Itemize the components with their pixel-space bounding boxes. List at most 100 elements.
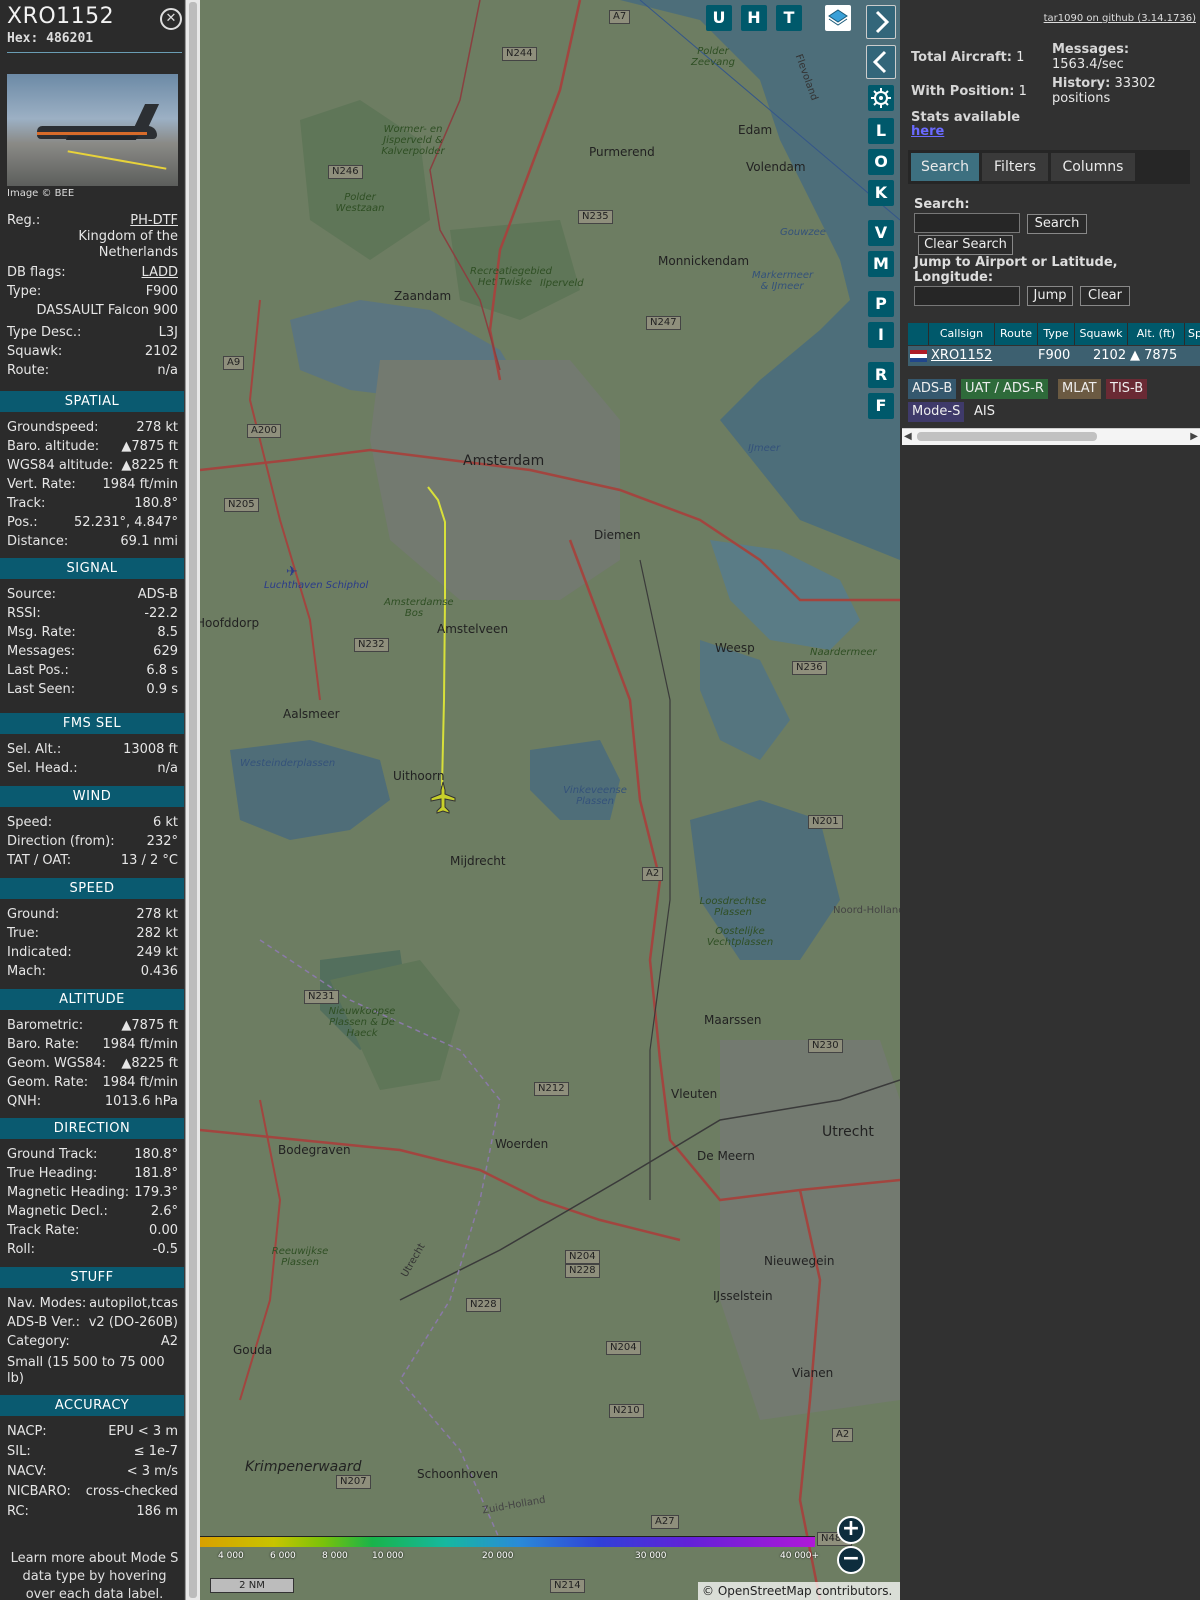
wind-label[interactable]: Direction (from):: [7, 833, 115, 851]
column-header-flag[interactable]: [908, 323, 929, 345]
source-badge-modes[interactable]: Mode-S: [908, 402, 965, 422]
spatial-value: ▲7875 ft: [121, 439, 178, 454]
altitude-label[interactable]: Baro. Rate:: [7, 1036, 79, 1054]
registration-link[interactable]: PH-DTF: [130, 212, 178, 230]
direction-label[interactable]: True Heading:: [7, 1165, 97, 1183]
wind-label[interactable]: Speed:: [7, 814, 52, 832]
button-o[interactable]: O: [868, 149, 894, 175]
altitude-label[interactable]: Geom. WGS84:: [7, 1055, 106, 1073]
map-label-markermeer: Markermeer & IJmeer: [752, 270, 814, 292]
spatial-label[interactable]: WGS84 altitude:: [7, 457, 113, 475]
column-header-route[interactable]: Route: [995, 323, 1038, 345]
source-badge-tisb[interactable]: TIS-B: [1106, 379, 1148, 399]
speed-label[interactable]: Indicated:: [7, 944, 72, 962]
direction-label[interactable]: Track Rate:: [7, 1222, 79, 1240]
spatial-label[interactable]: Track:: [7, 495, 45, 513]
direction-label[interactable]: Ground Track:: [7, 1146, 97, 1164]
accuracy-value: cross-checked: [85, 1484, 178, 1499]
signal-label[interactable]: Last Pos.:: [7, 662, 69, 680]
spatial-label[interactable]: Baro. altitude:: [7, 438, 99, 456]
stats-link[interactable]: here: [911, 124, 944, 139]
button-r[interactable]: R: [868, 362, 894, 388]
fms-label[interactable]: Sel. Head.:: [7, 760, 78, 778]
altitude-label[interactable]: Barometric:: [7, 1017, 83, 1035]
speed-label[interactable]: True:: [7, 925, 39, 943]
row-callsign[interactable]: XRO1152: [931, 346, 992, 366]
button-h[interactable]: H: [741, 5, 767, 31]
column-header-callsign[interactable]: Callsign: [929, 323, 995, 345]
source-badge-adsb[interactable]: ADS-B: [908, 379, 957, 399]
map-view[interactable]: ✈ Amsterdam Utrecht Purmerend Edam Volen…: [200, 0, 900, 1600]
speed-label[interactable]: Mach:: [7, 963, 46, 981]
signal-label[interactable]: Msg. Rate:: [7, 624, 76, 642]
close-icon[interactable]: ✕: [160, 8, 182, 30]
button-u[interactable]: U: [706, 5, 732, 31]
expand-panel-icon[interactable]: [866, 5, 896, 39]
column-header-squawk[interactable]: Squawk: [1075, 323, 1128, 345]
clear-button[interactable]: Clear: [1080, 286, 1130, 306]
signal-value: 6.8 s: [146, 663, 178, 678]
accuracy-label[interactable]: NACV:: [7, 1463, 47, 1481]
osm-link[interactable]: OpenStreetMap: [718, 1584, 812, 1598]
button-f[interactable]: F: [868, 393, 894, 419]
jump-input[interactable]: [914, 286, 1020, 306]
button-t[interactable]: T: [776, 5, 802, 31]
direction-label[interactable]: Roll:: [7, 1241, 35, 1259]
direction-label[interactable]: Magnetic Decl.:: [7, 1203, 108, 1221]
stuff-label[interactable]: ADS-B Ver.:: [7, 1314, 80, 1332]
collapse-panel-icon[interactable]: [866, 45, 896, 79]
signal-label[interactable]: Last Seen:: [7, 681, 75, 699]
column-header-type[interactable]: Type: [1038, 323, 1075, 345]
tab-filters[interactable]: Filters: [982, 153, 1048, 181]
search-input[interactable]: [914, 213, 1020, 233]
spatial-label[interactable]: Vert. Rate:: [7, 476, 76, 494]
zoom-in-button[interactable]: +: [837, 1516, 865, 1544]
ladd-link[interactable]: LADD: [142, 264, 178, 282]
stuff-label[interactable]: Nav. Modes:: [7, 1295, 86, 1313]
wind-label[interactable]: TAT / OAT:: [7, 852, 71, 870]
button-l[interactable]: L: [868, 118, 894, 144]
jump-button[interactable]: Jump: [1027, 286, 1073, 306]
altitude-label[interactable]: Geom. Rate:: [7, 1074, 88, 1092]
accuracy-label[interactable]: NACP:: [7, 1423, 47, 1441]
stuff-label[interactable]: Category:: [7, 1333, 70, 1351]
tab-search[interactable]: Search: [911, 153, 979, 181]
clear-search-button[interactable]: Clear Search: [918, 235, 1013, 255]
accuracy-label[interactable]: SIL:: [7, 1443, 31, 1461]
source-badge-ais[interactable]: AIS: [970, 402, 999, 422]
button-i[interactable]: I: [868, 322, 894, 348]
column-header-altitude[interactable]: Alt. (ft): [1128, 323, 1185, 345]
spatial-label[interactable]: Pos.:: [7, 514, 38, 532]
signal-label[interactable]: Messages:: [7, 643, 75, 661]
map-label-westeinder: Westeinderplassen: [240, 758, 336, 769]
source-badge-uat[interactable]: UAT / ADS-R: [961, 379, 1048, 399]
signal-label[interactable]: RSSI:: [7, 605, 41, 623]
search-button[interactable]: Search: [1027, 214, 1087, 234]
table-row[interactable]: XRO1152 F900 2102 ▲ 7875: [908, 346, 1200, 366]
spatial-label[interactable]: Distance:: [7, 533, 68, 551]
road-shield: N205: [224, 498, 259, 512]
button-p[interactable]: P: [868, 291, 894, 317]
zoom-out-button[interactable]: −: [837, 1546, 865, 1574]
button-v[interactable]: V: [868, 220, 894, 246]
column-header-speed[interactable]: Sp: [1185, 323, 1200, 345]
settings-gear-icon[interactable]: [868, 85, 894, 111]
source-badge-mlat[interactable]: MLAT: [1058, 379, 1101, 399]
aircraft-photo[interactable]: [7, 74, 178, 186]
github-link[interactable]: tar1090 on github (3.14.1736): [1044, 13, 1196, 24]
layers-icon[interactable]: [825, 5, 851, 31]
altitude-label[interactable]: QNH:: [7, 1093, 41, 1111]
tab-columns[interactable]: Columns: [1051, 153, 1135, 181]
speed-label[interactable]: Ground:: [7, 906, 59, 924]
aircraft-marker-icon[interactable]: [430, 780, 456, 816]
direction-label[interactable]: Magnetic Heading:: [7, 1184, 129, 1202]
fms-label[interactable]: Sel. Alt.:: [7, 741, 61, 759]
sidebar-scrollbar[interactable]: [185, 0, 200, 1600]
accuracy-label[interactable]: RC:: [7, 1503, 29, 1521]
accuracy-label[interactable]: NICBARO:: [7, 1483, 71, 1501]
button-k[interactable]: K: [868, 180, 894, 206]
table-horizontal-scrollbar[interactable]: ◀ ▶: [902, 428, 1200, 445]
button-m[interactable]: M: [868, 251, 894, 277]
spatial-label[interactable]: Groundspeed:: [7, 419, 98, 437]
signal-label[interactable]: Source:: [7, 586, 56, 604]
